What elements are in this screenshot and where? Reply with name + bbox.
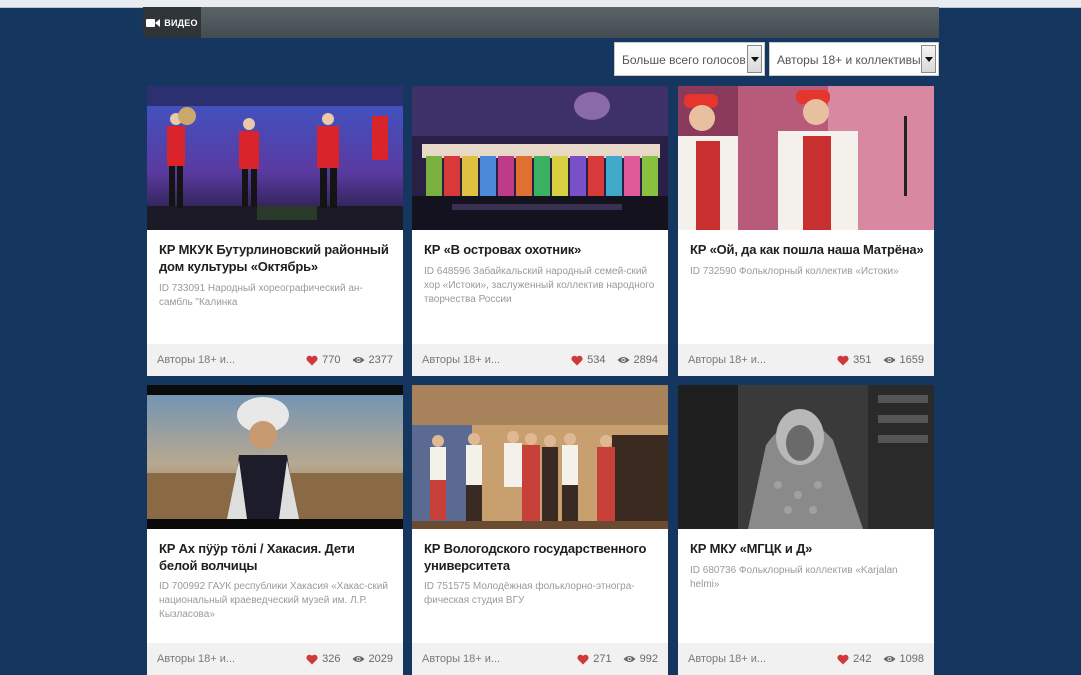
- like-count: 271: [593, 653, 612, 665]
- eye-icon: [883, 656, 896, 662]
- video-card[interactable]: КР МКУК Бутурлиновский районный дом куль…: [147, 86, 403, 376]
- video-tab-label: ВИДЕО: [164, 17, 198, 28]
- heart-icon[interactable]: [837, 654, 849, 665]
- chevron-down-icon[interactable]: [921, 45, 936, 73]
- card-footer: Авторы 18+ и... 534 2894: [412, 344, 668, 376]
- card-category: Авторы 18+ и...: [157, 354, 236, 366]
- view-count: 992: [639, 653, 658, 665]
- eye-icon: [623, 656, 636, 662]
- chevron-down-icon[interactable]: [747, 45, 762, 73]
- video-title[interactable]: КР «В островах охотник»: [424, 241, 660, 258]
- category-select[interactable]: Авторы 18+ и коллективы: [769, 42, 939, 76]
- video-description: ID 732590 Фольклорный коллектив «Истоки»: [690, 266, 899, 277]
- video-thumbnail[interactable]: [678, 385, 934, 529]
- video-title[interactable]: КР Ах пӱӱр тöлi / Хакасия. Дети белой во…: [159, 540, 395, 574]
- video-description: ID 751575 Молодёжная фольклорно-этногра-…: [424, 581, 635, 606]
- video-title[interactable]: КР «Ой, да как пошла наша Матрёна»: [690, 241, 926, 258]
- card-footer: Авторы 18+ и... 351 1659: [678, 344, 934, 376]
- view-count: 2377: [368, 354, 393, 366]
- video-thumbnail[interactable]: [678, 86, 934, 230]
- view-count: 2894: [633, 354, 658, 366]
- like-count: 351: [853, 354, 872, 366]
- video-description: ID 680736 Фольклорный коллектив «Karjala…: [690, 565, 898, 590]
- view-count: 1098: [899, 653, 924, 665]
- video-title[interactable]: КР Вологодского государственного универс…: [424, 540, 660, 574]
- sort-select-value: Больше всего голосов: [622, 53, 746, 67]
- card-category: Авторы 18+ и...: [688, 354, 767, 366]
- section-header: ВИДЕО: [143, 7, 939, 38]
- video-description: ID 648596 Забайкальский народный семей-с…: [424, 266, 655, 305]
- video-thumbnail[interactable]: [147, 385, 403, 529]
- video-card[interactable]: КР МКУ «МГЦК и Д» ID 680736 Фольклорный …: [678, 385, 934, 675]
- view-count: 2029: [368, 653, 393, 665]
- heart-icon[interactable]: [577, 654, 589, 665]
- video-card[interactable]: КР Ах пӱӱр тöлi / Хакасия. Дети белой во…: [147, 385, 403, 675]
- video-title[interactable]: КР МКУК Бутурлиновский районный дом куль…: [159, 241, 395, 275]
- like-count: 326: [322, 653, 341, 665]
- heart-icon[interactable]: [306, 355, 318, 366]
- category-select-value: Авторы 18+ и коллективы: [777, 53, 921, 67]
- video-card[interactable]: КР «Ой, да как пошла наша Матрёна» ID 73…: [678, 86, 934, 376]
- video-card[interactable]: КР Вологодского государственного универс…: [412, 385, 668, 675]
- view-count: 1659: [899, 354, 924, 366]
- video-title[interactable]: КР МКУ «МГЦК и Д»: [690, 540, 926, 557]
- card-footer: Авторы 18+ и... 770 2377: [147, 344, 403, 376]
- video-description: ID 733091 Народный хореографический ан-с…: [159, 283, 363, 308]
- video-thumbnail[interactable]: [412, 86, 668, 230]
- heart-icon[interactable]: [837, 355, 849, 366]
- video-thumbnail[interactable]: [412, 385, 668, 529]
- card-category: Авторы 18+ и...: [422, 354, 501, 366]
- video-camera-icon: [146, 18, 161, 27]
- card-category: Авторы 18+ и...: [688, 653, 767, 665]
- eye-icon: [883, 357, 896, 363]
- video-description: ID 700992 ГАУК республики Хакасия «Хакас…: [159, 581, 388, 620]
- like-count: 242: [853, 653, 872, 665]
- eye-icon: [352, 357, 365, 363]
- video-card[interactable]: КР «В островах охотник» ID 648596 Забайк…: [412, 86, 668, 376]
- heart-icon[interactable]: [571, 355, 583, 366]
- card-footer: Авторы 18+ и... 271 992: [412, 643, 668, 675]
- like-count: 534: [587, 354, 606, 366]
- sort-select[interactable]: Больше всего голосов: [614, 42, 765, 76]
- card-footer: Авторы 18+ и... 326 2029: [147, 643, 403, 675]
- card-footer: Авторы 18+ и... 242 1098: [678, 643, 934, 675]
- card-category: Авторы 18+ и...: [157, 653, 236, 665]
- card-category: Авторы 18+ и...: [422, 653, 501, 665]
- video-tab[interactable]: ВИДЕО: [143, 7, 201, 38]
- video-thumbnail[interactable]: [147, 86, 403, 230]
- eye-icon: [352, 656, 365, 662]
- eye-icon: [617, 357, 630, 363]
- heart-icon[interactable]: [306, 654, 318, 665]
- like-count: 770: [322, 354, 341, 366]
